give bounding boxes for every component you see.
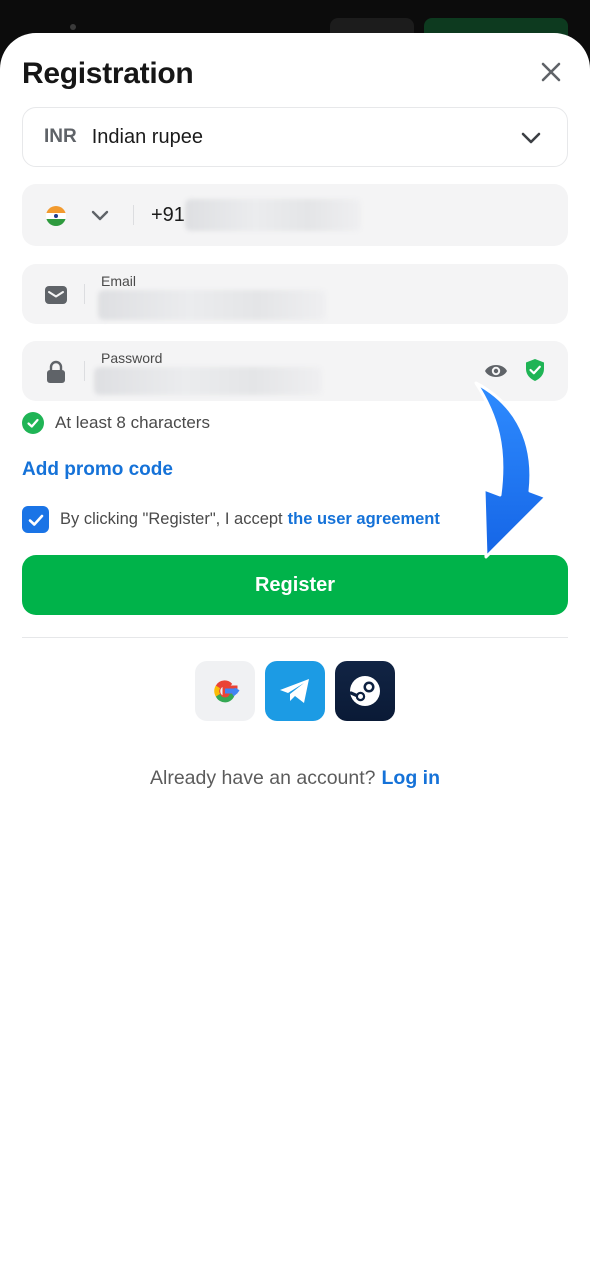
agreement-text: By clicking "Register", I accept xyxy=(60,510,283,528)
pointer-arrow-icon xyxy=(474,381,548,559)
agreement-row: By clicking "Register", I accept the use… xyxy=(22,506,440,533)
phone-number-redacted[interactable] xyxy=(185,199,361,231)
page-title: Registration xyxy=(22,57,194,90)
close-icon xyxy=(541,62,561,82)
telegram-login-button[interactable] xyxy=(265,661,325,721)
chevron-down-icon xyxy=(521,132,541,144)
login-link[interactable]: Log in xyxy=(382,767,440,789)
divider xyxy=(84,361,85,381)
register-button[interactable]: Register xyxy=(22,555,568,615)
login-prompt-text: Already have an account? xyxy=(150,767,376,789)
email-value-redacted[interactable] xyxy=(98,290,326,320)
background-dot xyxy=(70,24,76,30)
currency-select[interactable]: INR Indian rupee xyxy=(22,107,568,167)
password-value-redacted[interactable] xyxy=(94,367,322,395)
phone-field[interactable]: +91 xyxy=(22,184,568,246)
country-chevron-down-icon[interactable] xyxy=(90,206,110,226)
currency-code: INR xyxy=(44,126,77,147)
email-field[interactable]: Email xyxy=(22,264,568,324)
add-promo-code-link[interactable]: Add promo code xyxy=(22,459,173,481)
telegram-icon xyxy=(280,679,309,703)
divider xyxy=(133,205,134,225)
close-button[interactable] xyxy=(536,57,566,87)
password-hint-text: At least 8 characters xyxy=(55,413,210,432)
eye-icon[interactable] xyxy=(484,361,508,381)
agreement-checkbox[interactable] xyxy=(22,506,49,533)
envelope-icon xyxy=(44,283,68,307)
google-icon xyxy=(214,680,240,703)
checkmark-icon xyxy=(28,514,43,526)
login-prompt-row: Already have an account? Log in xyxy=(0,767,590,790)
password-hint: At least 8 characters xyxy=(22,412,210,434)
user-agreement-link[interactable]: the user agreement xyxy=(288,510,440,529)
email-label: Email xyxy=(101,273,137,289)
dial-code: +91 xyxy=(151,204,185,226)
steam-login-button[interactable] xyxy=(335,661,395,721)
registration-sheet: Registration INR Indian rupee +91 Email … xyxy=(0,33,590,1280)
currency-name: Indian rupee xyxy=(91,125,203,148)
india-flag-icon xyxy=(46,206,66,226)
password-label: Password xyxy=(101,350,163,366)
check-circle-icon xyxy=(22,412,44,434)
google-login-button[interactable] xyxy=(195,661,255,721)
divider xyxy=(84,284,85,304)
steam-icon xyxy=(349,676,380,706)
lock-icon xyxy=(44,360,68,384)
divider xyxy=(22,637,568,638)
